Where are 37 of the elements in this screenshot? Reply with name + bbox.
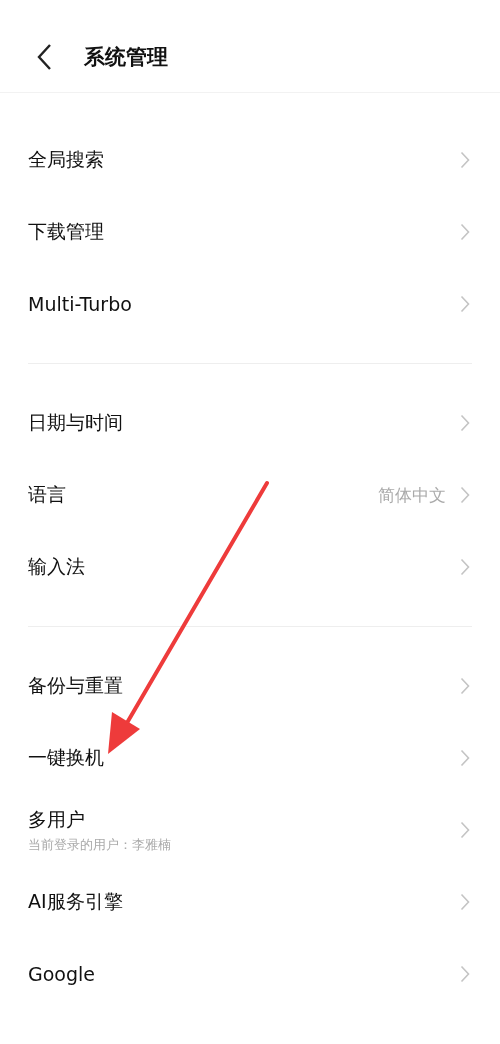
item-label: 一键换机 xyxy=(28,745,105,770)
settings-item[interactable]: Google xyxy=(0,938,500,1010)
chevron-icon xyxy=(460,223,470,241)
chevron-icon xyxy=(460,486,470,504)
chevron-icon xyxy=(460,965,470,983)
item-label: 备份与重置 xyxy=(28,673,124,698)
item-label: 输入法 xyxy=(28,554,86,579)
item-label: 下载管理 xyxy=(28,219,105,244)
settings-item[interactable]: 全局搜索 xyxy=(0,124,500,196)
item-value: 简体中文 xyxy=(378,483,446,507)
settings-item[interactable]: 多用户 当前登录的用户：李雅楠 xyxy=(0,794,500,866)
settings-item[interactable]: Multi-Turbo xyxy=(0,268,500,340)
item-label: 日期与时间 xyxy=(28,410,124,435)
chevron-icon xyxy=(460,677,470,695)
settings-item[interactable]: AI服务引擎 xyxy=(0,866,500,938)
chevron-icon xyxy=(460,151,470,169)
settings-item[interactable]: 备份与重置 xyxy=(0,650,500,722)
back-icon[interactable] xyxy=(36,43,52,71)
settings-item[interactable]: 语言 简体中文 xyxy=(0,459,500,531)
settings-item[interactable]: 输入法 xyxy=(0,531,500,603)
chevron-icon xyxy=(460,295,470,313)
item-label: Google xyxy=(28,963,96,985)
item-label: Multi-Turbo xyxy=(28,293,133,315)
item-label: AI服务引擎 xyxy=(28,889,124,914)
item-subtitle: 当前登录的用户：李雅楠 xyxy=(28,835,172,854)
settings-item[interactable]: 一键换机 xyxy=(0,722,500,794)
chevron-icon xyxy=(460,821,470,839)
chevron-icon xyxy=(460,414,470,432)
item-label: 语言 xyxy=(28,482,67,507)
chevron-icon xyxy=(460,558,470,576)
page-title: 系统管理 xyxy=(84,44,168,71)
settings-item[interactable]: 下载管理 xyxy=(0,196,500,268)
item-label: 多用户 xyxy=(28,806,86,832)
item-label: 全局搜索 xyxy=(28,147,105,172)
settings-item[interactable]: 日期与时间 xyxy=(0,387,500,459)
chevron-icon xyxy=(460,749,470,767)
chevron-icon xyxy=(460,893,470,911)
